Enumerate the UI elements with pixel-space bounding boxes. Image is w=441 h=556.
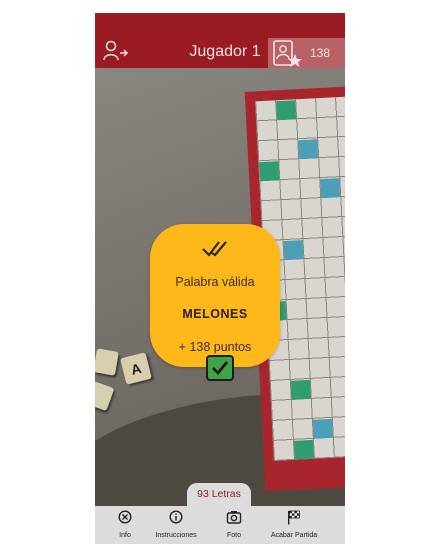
letter-tile: [95, 348, 119, 376]
nav-info[interactable]: Info: [107, 506, 143, 544]
board-cell: [283, 240, 304, 261]
board-cell: [290, 379, 311, 400]
app-screen: A Jugador 1 138 Palabra válida MELONES +…: [95, 13, 345, 544]
close-circle-icon: [118, 510, 132, 529]
nav-instrucciones-label: Instrucciones: [155, 532, 197, 539]
nav-acabar-partida[interactable]: Acabar Partida: [265, 506, 323, 544]
valid-word-popup: Palabra válida MELONES + 138 puntos: [150, 224, 280, 367]
board-cell: [276, 100, 297, 121]
confirm-checkbox[interactable]: [206, 355, 234, 381]
double-check-icon: [202, 239, 232, 261]
checkbox-checked-icon: [212, 361, 229, 375]
checkered-flag-icon: [287, 510, 301, 530]
top-bar: Jugador 1 138: [95, 13, 345, 68]
score-button[interactable]: 138: [268, 38, 345, 68]
nav-acabar-partida-label: Acabar Partida: [270, 532, 318, 539]
letters-remaining: 93 Letras: [187, 483, 251, 506]
letter-tile: [95, 380, 115, 412]
player-star-icon: [272, 40, 302, 68]
player-name: Jugador 1: [189, 43, 261, 60]
points-earned: + 138 puntos: [178, 340, 252, 354]
board-cell: [293, 439, 314, 460]
board-cell: [259, 161, 280, 182]
played-word: MELONES: [182, 307, 248, 321]
board-cell: [320, 178, 341, 199]
camera-icon: [226, 510, 242, 529]
nav-instrucciones[interactable]: Instrucciones: [151, 506, 201, 544]
logout-icon[interactable]: [103, 40, 129, 62]
nav-info-label: Info: [119, 532, 131, 539]
board-cell: [298, 139, 319, 160]
bottom-nav: Info Instrucciones Foto Acabar Partida: [95, 506, 345, 544]
board-cell: [312, 418, 333, 439]
nav-foto-label: Foto: [226, 532, 241, 539]
tile-letter: A: [129, 359, 143, 378]
info-icon: [169, 510, 183, 529]
score-value: 138: [310, 46, 331, 60]
popup-title: Palabra válida: [175, 275, 255, 289]
nav-foto[interactable]: Foto: [219, 506, 249, 544]
letter-tile: A: [120, 352, 152, 385]
